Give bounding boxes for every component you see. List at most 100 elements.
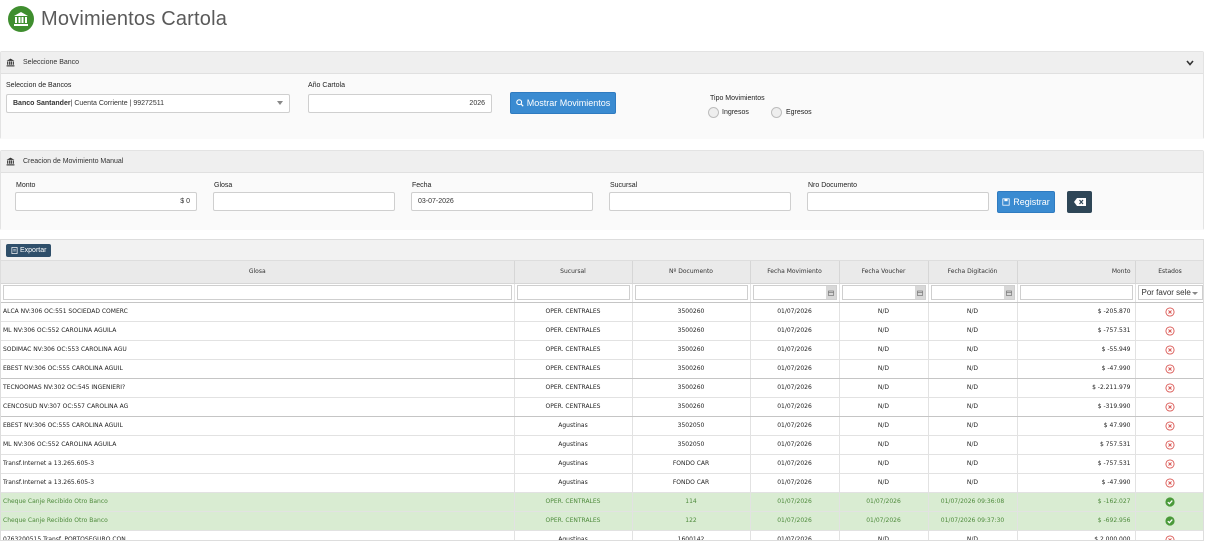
col-documento[interactable]: Nº Documento (632, 261, 751, 284)
calendar-icon[interactable] (914, 286, 925, 299)
cell-monto: $ 757.531 (1017, 435, 1136, 455)
glosa-input[interactable] (213, 192, 395, 211)
cell-fecha-digitacion: N/D (928, 302, 1018, 322)
cell-estado[interactable] (1135, 397, 1203, 417)
search-icon (515, 99, 524, 107)
cell-fecha-voucher: N/D (839, 530, 929, 540)
calendar-icon[interactable] (1003, 286, 1014, 299)
col-fecha-movimiento[interactable]: Fecha Movimiento (750, 261, 840, 284)
table-row[interactable]: Cheque Canje Recibido Otro Banco OPER. CE… (1, 511, 1203, 531)
cell-glosa: TECNOOMAS NV:302 OC:545 INGENIERI? (1, 378, 515, 398)
cell-sucursal: Agustinas (514, 530, 633, 540)
col-monto[interactable]: Monto (1017, 261, 1136, 284)
table-row[interactable]: ML NV:306 OC:552 CAROLINA AGUILA Agustina… (1, 435, 1203, 455)
table-row[interactable]: ALCA NV:306 OC:551 SOCIEDAD COMERC OPER. … (1, 302, 1203, 322)
col-fecha-digitacion[interactable]: Fecha Digitación (928, 261, 1018, 284)
monto-input[interactable]: $ 0 (15, 192, 197, 211)
cell-glosa: 0763200515 Transf. PORTOSEGURO CON (1, 530, 515, 540)
col-sucursal[interactable]: Sucursal (514, 261, 633, 284)
fecha-input[interactable]: 03-07-2026 (411, 192, 593, 211)
table-row[interactable]: TECNOOMAS NV:302 OC:545 INGENIERI? OPER. … (1, 378, 1203, 398)
cell-fecha-movimiento: 01/07/2026 (750, 302, 840, 322)
table-row[interactable]: EBEST NV:306 OC:555 CAROLINA AGUIL Agusti… (1, 416, 1203, 436)
cell-estado[interactable] (1135, 302, 1203, 322)
nro-documento-input[interactable] (807, 192, 989, 211)
show-movements-button[interactable]: Mostrar Movimientos (510, 92, 616, 114)
table-row[interactable]: EBEST NV:306 OC:555 CAROLINA AGUIL OPER. … (1, 359, 1203, 379)
chevron-down-icon[interactable] (1185, 58, 1195, 68)
register-button[interactable]: Registrar (997, 191, 1055, 213)
cell-documento: 122 (632, 511, 751, 531)
export-button[interactable]: Exportar (6, 243, 52, 257)
cell-fecha-movimiento: 01/07/2026 (750, 340, 840, 360)
caret-down-icon (1191, 292, 1198, 295)
error-circle-icon (1165, 363, 1175, 374)
calendar-icon[interactable] (825, 286, 836, 299)
cell-fecha-digitacion: N/D (928, 530, 1018, 540)
save-icon (1002, 198, 1010, 206)
glosa-filter[interactable] (3, 285, 512, 300)
cell-sucursal: OPER. CENTRALES (514, 492, 633, 512)
cell-estado[interactable] (1135, 416, 1203, 436)
cell-estado[interactable] (1135, 530, 1203, 540)
cell-estado[interactable] (1135, 435, 1203, 455)
clear-button[interactable] (1067, 191, 1092, 213)
cell-fecha-digitacion: N/D (928, 340, 1018, 360)
error-circle-icon (1165, 439, 1175, 450)
fecha-movimiento-filter[interactable] (752, 285, 837, 300)
table-row[interactable]: SODIMAC NV:306 OC:553 CAROLINA AGU OPER. … (1, 340, 1203, 360)
estado-filter-select[interactable]: Por favor sele (1137, 285, 1203, 300)
monto-filter[interactable] (1019, 285, 1133, 300)
cell-estado[interactable] (1135, 378, 1203, 398)
cell-glosa: Cheque Canje Recibido Otro Banco (1, 511, 515, 531)
cell-estado[interactable] (1135, 492, 1203, 512)
bank-panel-heading[interactable]: Seleccione Banco (1, 52, 1203, 74)
col-fecha-voucher[interactable]: Fecha Voucher (839, 261, 929, 284)
tipo-label: Tipo Movimientos (710, 95, 765, 102)
cell-monto: $ -55.949 (1017, 340, 1136, 360)
cell-documento: FONDO CAR (632, 454, 751, 474)
table-row[interactable]: 0763200515 Transf. PORTOSEGURO CON Agusti… (1, 530, 1203, 540)
bank-select[interactable]: Banco Santander | Cuenta Corriente | 992… (6, 94, 290, 113)
manual-panel-title: Creacion de Movimiento Manual (23, 158, 124, 165)
cell-documento: 3500260 (632, 359, 751, 379)
table-row[interactable]: CENCOSUD NV:307 OC:557 CAROLINA AG OPER. … (1, 397, 1203, 417)
fecha-digitacion-filter[interactable] (930, 285, 1015, 300)
cell-fecha-movimiento: 01/07/2026 (750, 492, 840, 512)
year-input[interactable]: 2026 (308, 94, 492, 113)
cell-fecha-digitacion: 01/07/2026 09:37:30 (928, 511, 1018, 531)
estado-filter-value: Por favor sele (1141, 288, 1191, 297)
fecha-voucher-filter[interactable] (841, 285, 926, 300)
table-row[interactable]: Transf.Internet a 13.265.605-3 Agustinas F… (1, 454, 1203, 474)
ingresos-radio[interactable] (708, 107, 719, 118)
export-label: Exportar (20, 246, 47, 254)
cell-estado[interactable] (1135, 454, 1203, 474)
manual-movement-panel: Creacion de Movimiento Manual Monto $ 0 … (0, 150, 1204, 230)
sucursal-filter[interactable] (516, 285, 630, 300)
cell-estado[interactable] (1135, 511, 1203, 531)
show-movements-label: Mostrar Movimientos (526, 98, 611, 108)
cell-sucursal: OPER. CENTRALES (514, 302, 633, 322)
cell-estado[interactable] (1135, 473, 1203, 493)
col-estados[interactable]: Estados (1135, 261, 1203, 284)
cell-estado[interactable] (1135, 340, 1203, 360)
cell-monto: $ -692.956 (1017, 511, 1136, 531)
cell-fecha-movimiento: 01/07/2026 (750, 511, 840, 531)
filter-row: Por favor sele (1, 283, 1203, 303)
cell-fecha-voucher: N/D (839, 473, 929, 493)
error-circle-icon (1165, 420, 1175, 431)
cell-estado[interactable] (1135, 321, 1203, 341)
egresos-radio[interactable] (771, 107, 782, 118)
cell-monto: $ -205.870 (1017, 302, 1136, 322)
table-row[interactable]: Cheque Canje Recibido Otro Banco OPER. CE… (1, 492, 1203, 512)
cell-documento: 114 (632, 492, 751, 512)
movements-table-section: Exportar Glosa Sucursal Nº Documento Fec… (0, 239, 1204, 541)
sucursal-input[interactable] (609, 192, 791, 211)
cell-fecha-voucher: N/D (839, 397, 929, 417)
table-row[interactable]: ML NV:306 OC:552 CAROLINA AGUILA OPER. CE… (1, 321, 1203, 341)
table-row[interactable]: Transf.Internet a 13.265.605-3 Agustinas F… (1, 473, 1203, 493)
documento-filter[interactable] (634, 285, 748, 300)
cell-fecha-voucher: N/D (839, 321, 929, 341)
cell-estado[interactable] (1135, 359, 1203, 379)
col-glosa[interactable]: Glosa (1, 261, 515, 284)
